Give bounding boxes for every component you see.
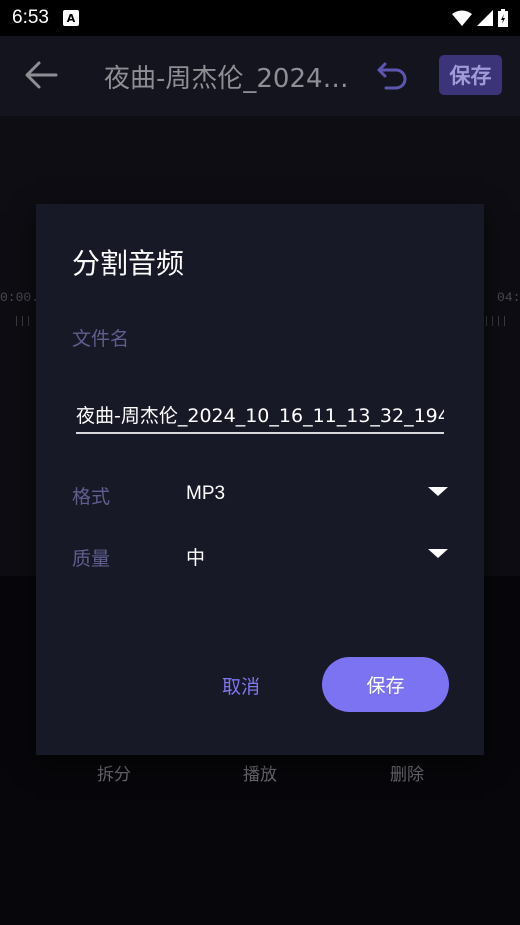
timeline-tick	[486, 316, 487, 326]
signal-icon	[477, 10, 493, 26]
timeline-tick	[504, 316, 505, 326]
dialog-title: 分割音频	[72, 247, 185, 280]
timeline-tick	[28, 316, 29, 326]
play-action[interactable]: 播放	[220, 760, 300, 785]
dropdown-arrow-icon	[428, 549, 448, 558]
timeline-tick	[16, 316, 17, 326]
split-audio-dialog: 分割音频 文件名 格式 MP3 质量 中 取消 保存	[36, 204, 484, 755]
quality-select[interactable]: 中	[186, 536, 448, 576]
timeline-end-label: 04:	[497, 290, 520, 305]
status-time: 6:53	[12, 7, 49, 28]
timeline-tick	[22, 316, 23, 326]
status-bar: 6:53 A	[0, 0, 520, 36]
back-arrow-icon[interactable]	[24, 60, 58, 90]
filename-input[interactable]	[76, 396, 444, 434]
toolbar-save-button[interactable]: 保存	[439, 55, 502, 95]
undo-icon[interactable]	[376, 58, 410, 92]
wifi-icon	[452, 10, 472, 26]
format-label: 格式	[72, 486, 111, 508]
battery-icon	[498, 9, 508, 27]
timeline-tick	[492, 316, 493, 326]
cancel-button[interactable]: 取消	[204, 658, 278, 712]
split-action[interactable]: 拆分	[74, 760, 154, 785]
dropdown-arrow-icon	[428, 487, 448, 496]
filename-label: 文件名	[72, 328, 130, 350]
save-button[interactable]: 保存	[322, 657, 449, 712]
format-select[interactable]: MP3	[186, 474, 448, 514]
quality-label: 质量	[72, 548, 111, 570]
quality-value: 中	[186, 547, 206, 569]
timeline-tick	[498, 316, 499, 326]
page-title: 夜曲-周杰伦_2024_10_16_11_13_32_194	[104, 64, 354, 94]
format-value: MP3	[186, 483, 226, 504]
notification-icon: A	[62, 10, 79, 26]
app-bar: 夜曲-周杰伦_2024_10_16_11_13_32_194 保存	[0, 36, 520, 116]
delete-action[interactable]: 删除	[367, 760, 447, 785]
